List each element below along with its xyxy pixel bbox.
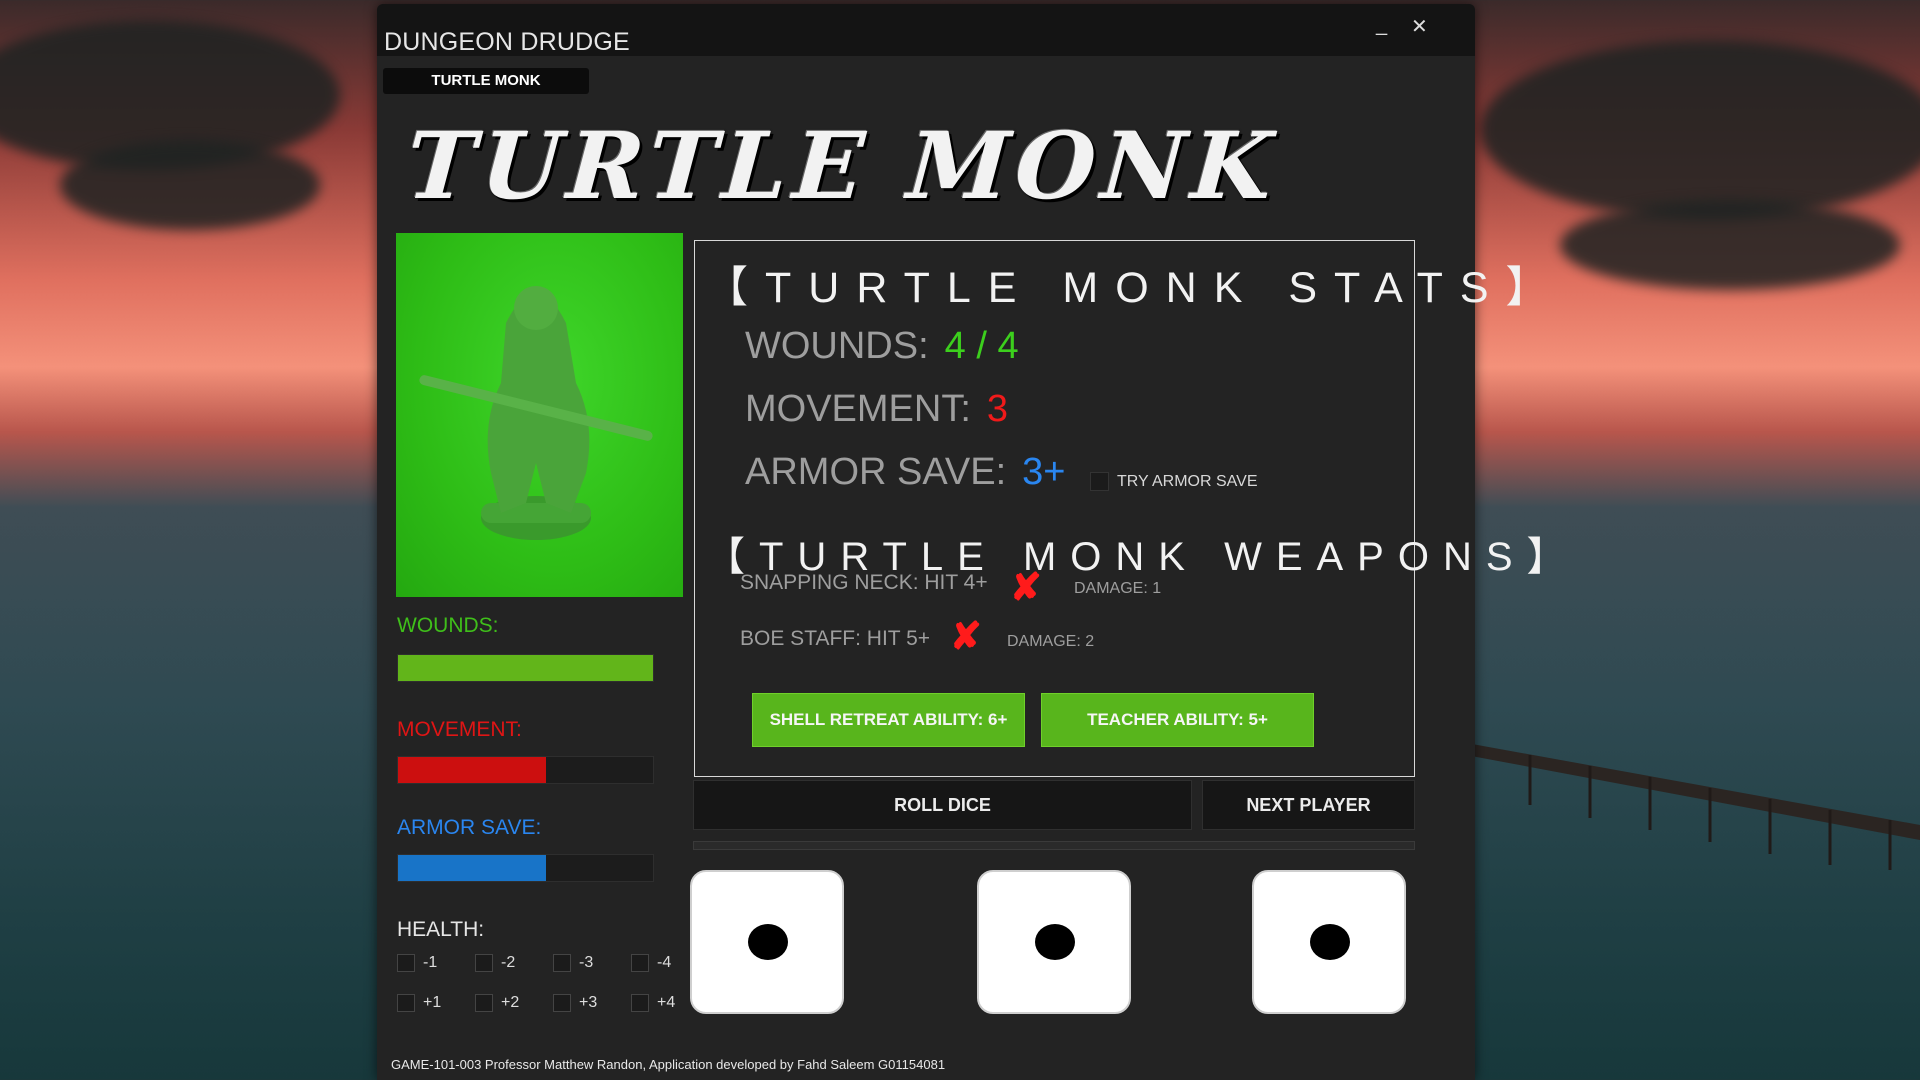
- weapon-damage: DAMAGE: 1: [1074, 580, 1162, 597]
- shell-retreat-ability-button[interactable]: SHELL RETREAT ABILITY: 6+: [752, 693, 1025, 747]
- stats-heading: 【TURTLE MONK STATS】: [705, 264, 1566, 312]
- weapon-name: BOE STAFF: HIT 5+: [740, 627, 931, 650]
- pier-graphic: [1450, 740, 1920, 870]
- miss-x-icon: ✘: [950, 616, 982, 658]
- character-title: TURTLE MONK: [403, 112, 1282, 220]
- sidebar-wounds-label: WOUNDS:: [397, 614, 499, 637]
- dice-progress-bar: [693, 841, 1415, 850]
- close-button[interactable]: ✕: [1411, 14, 1428, 39]
- armor-bar: [397, 854, 654, 882]
- background-cloud: [1480, 40, 1920, 220]
- movement-stat-label: MOVEMENT:: [745, 388, 971, 430]
- title-bar: DUNGEON DRUDGE _ ✕: [377, 4, 1475, 56]
- movement-bar: [397, 756, 654, 784]
- checkbox-box: [1090, 472, 1109, 491]
- health-checkbox[interactable]: -2: [475, 954, 553, 972]
- health-label: HEALTH:: [397, 918, 485, 941]
- die[interactable]: [977, 870, 1131, 1014]
- health-checkbox[interactable]: -1: [397, 954, 475, 972]
- die-pip: [748, 924, 788, 960]
- wounds-stat-value: 4 / 4: [944, 325, 1019, 367]
- armor-stat: ARMOR SAVE: 3+: [745, 451, 1065, 494]
- weapon-damage: DAMAGE: 2: [1007, 633, 1095, 650]
- miss-x-icon: ✘: [1010, 567, 1042, 609]
- health-positive-row: +1 +2 +3 +4: [397, 994, 709, 1012]
- app-title: DUNGEON DRUDGE: [384, 28, 630, 56]
- movement-bar-fill: [398, 757, 546, 783]
- health-checkbox[interactable]: +2: [475, 994, 553, 1012]
- wounds-stat: WOUNDS: 4 / 4: [745, 325, 1019, 368]
- wounds-bar: [397, 654, 654, 682]
- armor-stat-label: ARMOR SAVE:: [745, 451, 1007, 493]
- minimize-button[interactable]: _: [1376, 14, 1387, 37]
- health-checkbox[interactable]: +1: [397, 994, 475, 1012]
- try-armor-save-checkbox[interactable]: TRY ARMOR SAVE: [1090, 472, 1257, 491]
- sidebar-armor-label: ARMOR SAVE:: [397, 816, 542, 839]
- next-player-button[interactable]: NEXT PLAYER: [1202, 780, 1415, 830]
- stats-panel: 【TURTLE MONK STATS】 WOUNDS: 4 / 4 MOVEMEN…: [694, 240, 1567, 777]
- movement-stat-value: 3: [986, 388, 1009, 430]
- wounds-stat-label: WOUNDS:: [745, 325, 929, 367]
- footer-credits: GAME-101-003 Professor Matthew Randon, A…: [391, 1057, 946, 1072]
- tab-turtle-monk[interactable]: TURTLE MONK: [383, 68, 589, 94]
- die[interactable]: [1252, 870, 1406, 1014]
- app-window: DUNGEON DRUDGE _ ✕ TURTLE MONK TURTLE MO…: [377, 4, 1567, 1080]
- movement-stat: MOVEMENT: 3: [745, 388, 1008, 431]
- die-pip: [1310, 924, 1350, 960]
- turtle-monk-figure-icon: [419, 286, 653, 540]
- health-checkbox[interactable]: -3: [553, 954, 631, 972]
- health-checkbox[interactable]: +3: [553, 994, 631, 1012]
- wounds-bar-fill: [398, 655, 653, 681]
- armor-bar-fill: [398, 855, 546, 881]
- background-cloud: [1560, 200, 1900, 290]
- roll-dice-button[interactable]: ROLL DICE: [693, 780, 1192, 830]
- background-cloud: [60, 140, 320, 230]
- die-pip: [1035, 924, 1075, 960]
- health-negative-row: -1 -2 -3 -4: [397, 954, 709, 972]
- character-portrait: [396, 233, 683, 597]
- sidebar-movement-label: MOVEMENT:: [397, 718, 522, 741]
- die[interactable]: [690, 870, 844, 1014]
- teacher-ability-button[interactable]: TEACHER ABILITY: 5+: [1041, 693, 1314, 747]
- weapon-name: SNAPPING NECK: HIT 4+: [740, 571, 988, 594]
- armor-stat-value: 3+: [1022, 451, 1066, 493]
